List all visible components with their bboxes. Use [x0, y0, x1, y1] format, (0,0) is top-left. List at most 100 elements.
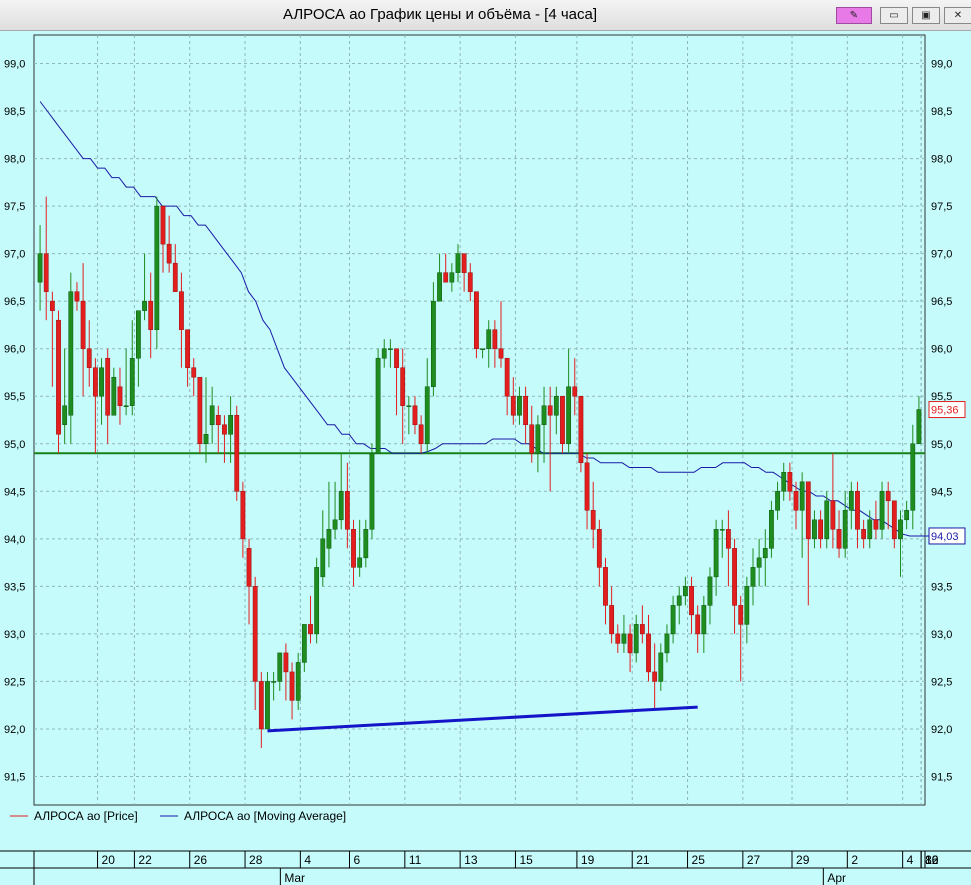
candle-body	[86, 348, 92, 368]
candle-body	[713, 529, 719, 578]
y-tick-label-left: 92,5	[4, 676, 25, 688]
day-label: 22	[138, 853, 152, 867]
candle-body	[750, 567, 756, 587]
candle-body	[590, 510, 596, 530]
y-tick-label-right: 95,0	[931, 439, 952, 451]
legend-entry: АЛРОСА ао [Moving Average]	[184, 809, 346, 823]
candle-body	[842, 510, 848, 549]
candle-body	[271, 681, 277, 683]
candle-body	[99, 367, 104, 397]
y-tick-label-left: 96,5	[4, 296, 25, 308]
day-label: 4	[907, 853, 914, 867]
candle-body	[732, 548, 737, 606]
candle-body	[185, 329, 190, 368]
y-tick-label-right: 98,5	[931, 106, 952, 118]
candle-body	[320, 538, 326, 578]
candle-body	[824, 500, 830, 540]
candle-body	[646, 633, 651, 673]
month-label: Apr	[827, 871, 846, 885]
candle-body	[295, 662, 301, 701]
candle-body	[572, 386, 578, 397]
candle-body	[222, 424, 227, 435]
minimize-button[interactable]: ▭	[880, 7, 908, 24]
candle-body	[283, 652, 289, 673]
candle-body	[357, 557, 363, 568]
y-tick-label-left: 91,5	[4, 771, 25, 783]
candle-body	[455, 253, 461, 273]
candle-body	[265, 681, 270, 730]
candle-body	[369, 453, 375, 530]
candle-body	[793, 491, 799, 511]
close-button[interactable]: ✕	[944, 7, 971, 24]
candle-body	[246, 548, 252, 587]
candle-body	[812, 519, 817, 540]
candle-body	[258, 681, 264, 730]
y-tick-label-left: 95,0	[4, 439, 25, 451]
candle-body	[49, 300, 55, 311]
candle-body	[689, 586, 694, 616]
pin-button[interactable]: ✎	[836, 7, 872, 24]
candle-body	[62, 405, 68, 426]
y-tick-label-left: 99,0	[4, 59, 25, 71]
candle-body	[676, 595, 682, 606]
candle-body	[148, 300, 154, 330]
candle-body	[781, 472, 787, 492]
candle-body	[719, 529, 725, 531]
candle-body	[904, 510, 910, 521]
candle-body	[461, 253, 467, 273]
candle-body	[394, 348, 399, 368]
day-label: 29	[796, 853, 810, 867]
day-label: 20	[102, 853, 116, 867]
candle-body	[682, 586, 688, 597]
candle-body	[916, 409, 922, 445]
candle-body	[633, 624, 639, 654]
y-tick-label-left: 98,5	[4, 106, 25, 118]
candle-body	[873, 519, 879, 530]
candle-body	[160, 205, 166, 245]
candle-body	[301, 624, 307, 663]
candle-body	[277, 652, 283, 682]
y-tick-label-right: 91,5	[931, 771, 952, 783]
close-icon: ✕	[953, 10, 963, 21]
candle-body	[510, 395, 516, 416]
day-label: 2	[851, 853, 858, 867]
day-label: 11	[409, 853, 422, 867]
restore-button[interactable]: ▣	[912, 7, 940, 24]
candle-body	[756, 557, 762, 568]
y-tick-label-left: 97,5	[4, 201, 25, 213]
candle-body	[707, 576, 713, 606]
candle-body	[191, 367, 197, 378]
y-tick-label-right: 98,0	[931, 154, 952, 166]
plot-area	[33, 34, 926, 806]
candle-body	[504, 357, 510, 397]
minimize-icon: ▭	[889, 10, 899, 21]
candle-body	[351, 529, 356, 568]
candle-body	[431, 300, 436, 387]
candle-body	[166, 243, 172, 264]
candle-body	[197, 376, 203, 445]
y-tick-label-left: 93,5	[4, 581, 25, 593]
candle-body	[695, 614, 701, 635]
candle-body	[541, 405, 547, 426]
candle-body	[437, 272, 442, 302]
candle-body	[910, 443, 916, 511]
candle-body	[885, 491, 891, 502]
candle-body	[252, 586, 258, 682]
candle-body	[670, 605, 676, 635]
day-label: 28	[249, 853, 263, 867]
day-label: 25	[692, 853, 706, 867]
price-chart[interactable]: 91,5 91,5 92,0 92,0 92,5 92,5 93,0 93,0 93,5 93,5…	[0, 30, 971, 885]
candle-body	[43, 253, 49, 292]
candle-body	[203, 434, 209, 445]
day-label: 16	[925, 853, 939, 867]
candle-body	[117, 386, 123, 406]
y-tick-label-right: 97,0	[931, 249, 952, 261]
candle-body	[658, 652, 664, 682]
candle-body	[498, 348, 504, 359]
candle-body	[627, 633, 633, 654]
y-tick-label-right: 99,0	[931, 59, 952, 71]
candle-body	[805, 481, 811, 540]
candle-body	[136, 310, 141, 359]
candle-body	[314, 567, 320, 635]
legend-entry: АЛРОСА ао [Price]	[34, 809, 138, 823]
